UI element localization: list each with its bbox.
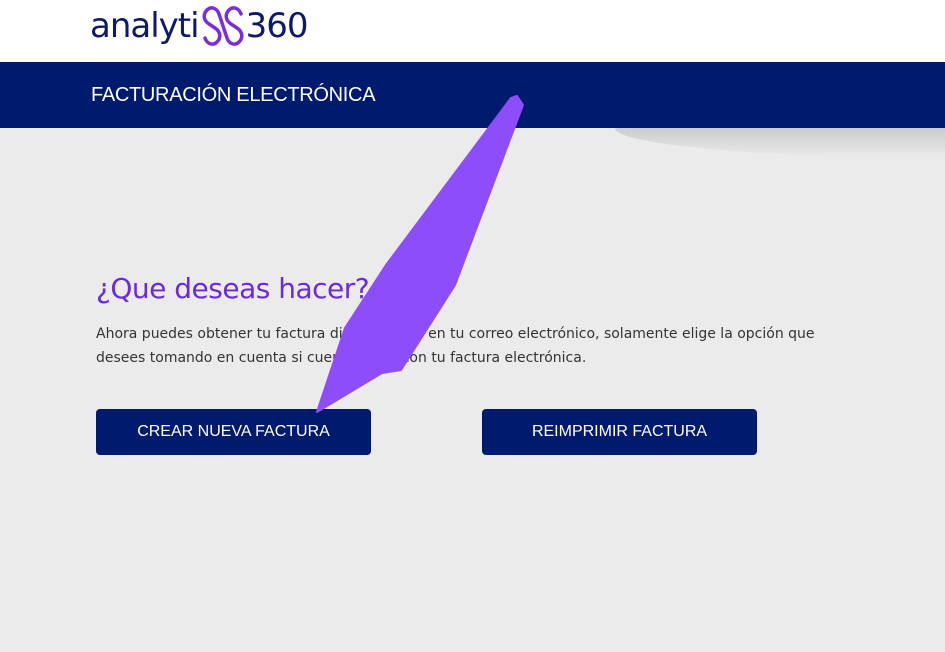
logo-text-suffix: 360 [245, 6, 309, 46]
create-invoice-button[interactable]: CREAR NUEVA FACTURA [96, 409, 371, 455]
section-heading: ¿Que deseas hacer? [96, 272, 370, 305]
page-banner: FACTURACIÓN ELECTRÓNICA [0, 62, 945, 128]
double-loop-logo-icon [201, 6, 245, 46]
analytics360-logo[interactable]: analyti 360 [90, 4, 309, 48]
section-description: Ahora puedes obtener tu factura directam… [96, 326, 815, 366]
reprint-invoice-button[interactable]: REIMPRIMIR FACTURA [482, 409, 757, 455]
banner-shadow [615, 128, 945, 158]
top-bar: analyti 360 [0, 0, 945, 62]
logo-text-prefix: analyti [90, 6, 200, 46]
page-title: FACTURACIÓN ELECTRÓNICA [91, 84, 376, 106]
